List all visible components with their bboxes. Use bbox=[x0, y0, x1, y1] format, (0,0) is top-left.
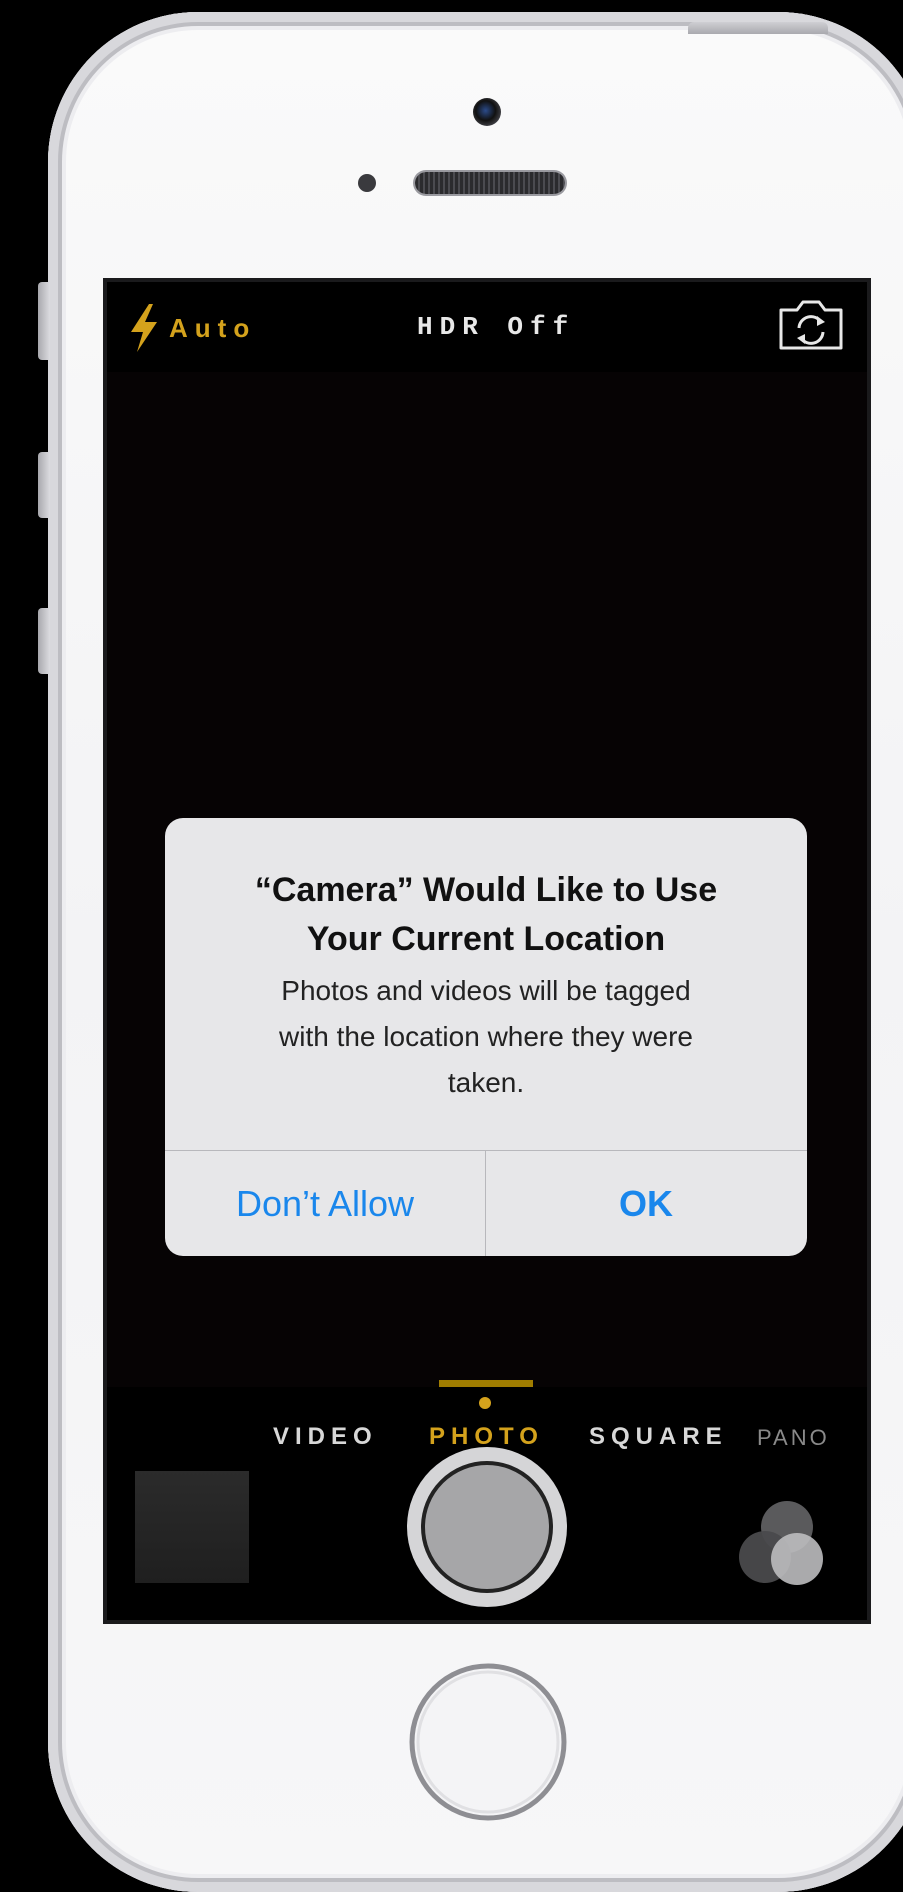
sleep-wake-button bbox=[688, 22, 828, 34]
mute-switch bbox=[38, 282, 50, 360]
hdr-toggle[interactable]: HDR Off bbox=[417, 312, 575, 342]
alert-message-line: with the location where they were bbox=[279, 1021, 693, 1052]
lightning-bolt-icon bbox=[131, 304, 157, 352]
active-mode-indicator bbox=[479, 1397, 491, 1409]
flash-mode-label: Auto bbox=[169, 312, 257, 343]
filters-icon[interactable] bbox=[735, 1497, 835, 1589]
mode-square[interactable]: SQUARE bbox=[589, 1423, 728, 1451]
volume-up-button bbox=[38, 452, 50, 518]
alert-message: Photos and videos will be tagged with th… bbox=[165, 968, 807, 1106]
camera-bottom-bar: VIDEO PHOTO SQUARE PANO bbox=[107, 1387, 867, 1620]
camera-flip-icon[interactable] bbox=[777, 298, 845, 352]
alert-title-line: “Camera” Would Like to Use bbox=[254, 871, 718, 909]
shutter-button-inner bbox=[421, 1461, 553, 1593]
alert-message-line: Photos and videos will be tagged bbox=[281, 975, 691, 1006]
alert-title-line: Your Current Location bbox=[306, 920, 666, 958]
dont-allow-button[interactable]: Don’t Allow bbox=[165, 1151, 485, 1256]
proximity-sensor bbox=[358, 174, 376, 192]
home-button[interactable] bbox=[406, 1660, 570, 1824]
viewfinder[interactable]: “Camera” Would Like to Use Your Current … bbox=[107, 372, 867, 1430]
camera-top-bar: Auto HDR Off bbox=[107, 282, 867, 372]
camera-screen: Auto HDR Off “Camera” Would Like to Use … bbox=[103, 278, 871, 1624]
alert-message-line: taken. bbox=[447, 1067, 525, 1098]
flash-toggle[interactable]: Auto bbox=[129, 304, 256, 352]
volume-down-button bbox=[38, 608, 50, 674]
front-camera bbox=[473, 98, 501, 126]
alert-title: “Camera” Would Like to Use Your Current … bbox=[165, 866, 807, 964]
last-photo-thumbnail[interactable] bbox=[135, 1471, 249, 1583]
ok-button[interactable]: OK bbox=[486, 1151, 806, 1256]
shutter-button[interactable] bbox=[407, 1447, 567, 1607]
location-permission-alert: “Camera” Would Like to Use Your Current … bbox=[165, 818, 807, 1256]
mode-video[interactable]: VIDEO bbox=[273, 1423, 378, 1451]
mode-pano[interactable]: PANO bbox=[757, 1425, 830, 1451]
earpiece-speaker bbox=[415, 172, 565, 194]
